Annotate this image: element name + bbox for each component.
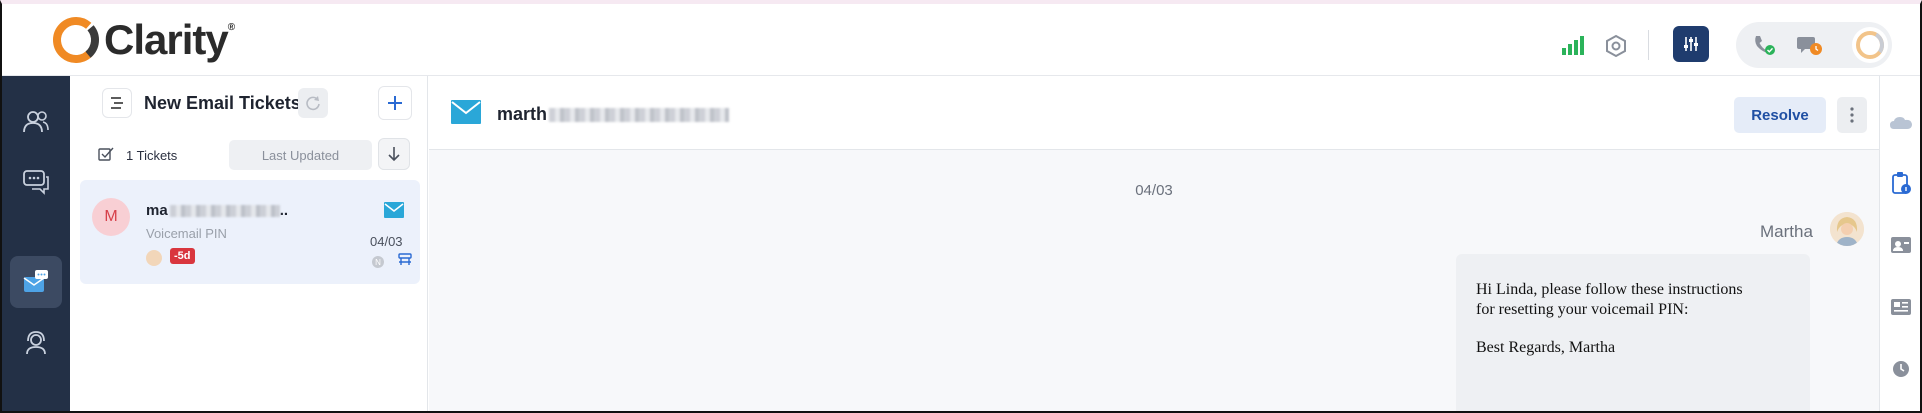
salesforce-button[interactable] [1888,110,1914,136]
ticket-age-badge: -5d [170,248,195,264]
settings-sliders-button[interactable] [1673,26,1709,62]
ticket-avatar: M [92,198,130,236]
left-navigation [2,76,70,411]
message-line: Hi Linda, please follow these instructio… [1476,281,1743,298]
email-chat-icon [23,270,48,292]
nav-item-support[interactable] [10,316,62,368]
ticket-list-panel: New Email Tickets 1 Tickets Last Updated [70,76,428,411]
agent-status-pill[interactable] [1736,22,1892,68]
list-title: New Email Tickets [144,93,301,113]
message-line: for resetting your voicemail PIN: [1476,301,1689,318]
chat-status-icon[interactable] [1796,34,1824,56]
contact-card-icon [1891,237,1911,253]
list-menu-button[interactable] [102,88,132,118]
assigned-agent-avatar [146,250,162,266]
contact-card-button[interactable] [1888,232,1914,258]
hexagon-settings-icon[interactable] [1604,34,1628,58]
conversation-panel: marth Resolve 04/03 Martha Hi Linda, ple… [429,76,1879,411]
email-channel-icon [384,202,404,218]
clock-icon [1893,361,1909,377]
nav-item-chats[interactable] [10,156,62,208]
signal-bars-icon[interactable] [1562,35,1586,55]
arrow-down-icon [388,147,400,162]
phone-status-icon[interactable] [1752,34,1776,56]
person-avatar-icon [1830,212,1864,246]
conversation-email-prefix: marth [497,104,548,124]
ticket-status-badge: N [372,256,384,268]
registered-mark: ® [227,22,235,33]
history-button[interactable] [1888,356,1914,382]
clipboard-info-icon [1892,172,1911,194]
sort-direction-button[interactable] [378,138,410,170]
right-rail [1879,76,1920,411]
ticket-details-button[interactable] [1888,170,1914,196]
agent-avatar-ring-icon [1856,31,1884,59]
resolve-button[interactable]: Resolve [1734,97,1826,133]
chat-bubbles-icon [23,170,49,195]
select-all-checkbox-icon[interactable] [98,146,114,162]
ticket-date: 04/03 [370,234,403,249]
redacted-email [169,204,280,217]
message-bubble: Hi Linda, please follow these instructio… [1456,254,1810,411]
app-window: Clarity® New Email Tickets 1 Tickets Las… [0,0,1922,413]
message-sender-avatar [1830,212,1864,246]
routing-icon[interactable] [398,253,412,267]
headset-icon [26,331,46,355]
more-options-button[interactable] [1837,97,1867,133]
message-sender-name: Martha [1760,222,1813,241]
conversation-email: marth [497,104,730,125]
sliders-icon [1684,37,1698,51]
nav-item-email[interactable] [10,256,62,308]
news-card-icon [1891,299,1911,315]
clarity-logo: Clarity® [50,14,235,66]
logo-wordmark: Clarity [104,16,229,63]
menu-lines-icon [111,97,123,109]
message-thread: 04/03 Martha Hi Linda, please follow the… [429,150,1879,411]
sort-by-select[interactable]: Last Updated [229,140,372,170]
kebab-menu-icon [1850,107,1854,123]
ticket-subject: Voicemail PIN [146,226,227,241]
knowledge-base-button[interactable] [1888,294,1914,320]
agent-avatar[interactable] [1852,27,1888,63]
refresh-icon [306,96,320,111]
clarity-logo-mark-icon [53,17,99,63]
ticket-sender-prefix: ma [146,202,168,219]
logo-text: Clarity® [104,16,235,64]
redacted-email [549,107,730,122]
nav-item-contacts[interactable] [10,96,62,148]
ticket-sender: ma .. [146,202,288,219]
email-channel-icon [451,100,481,124]
top-header: Clarity® [2,4,1920,76]
add-ticket-button[interactable] [378,86,412,120]
ticket-list-item[interactable]: M ma .. Voicemail PIN 04/03 -5d N [80,180,420,284]
salesforce-cloud-icon [1890,117,1912,129]
conversation-header: marth Resolve [429,76,1879,150]
contacts-icon [23,111,49,133]
date-separator: 04/03 [1135,182,1173,199]
plus-icon [388,96,402,110]
header-divider [1648,30,1649,60]
ticket-count: 1 Tickets [126,148,178,163]
refresh-button[interactable] [298,88,328,118]
ticket-sender-suffix: .. [279,202,289,219]
message-signoff: Best Regards, Martha [1476,339,1616,356]
